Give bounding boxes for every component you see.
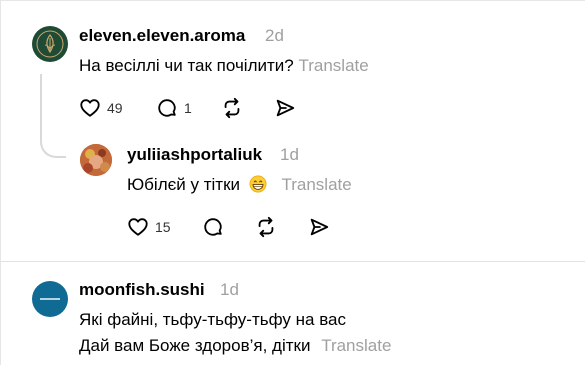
top-border (0, 0, 585, 1)
heart-icon[interactable] (127, 216, 149, 238)
comment-text-line-1: Які файні, тьфу-тьфу-тьфу на вас (79, 310, 346, 329)
avatar-yuliiashportaliuk[interactable] (80, 144, 112, 176)
comment-icon[interactable] (202, 216, 224, 238)
comment-username[interactable]: moonfish.sushi (79, 280, 205, 300)
like-count: 49 (107, 100, 123, 116)
reply-count: 1 (184, 100, 192, 116)
grinning-face-emoji (249, 175, 267, 193)
comment-divider (0, 261, 585, 262)
share-icon[interactable] (274, 97, 296, 119)
comment-body: Дай вам Боже здоров’я, дітки (79, 336, 311, 355)
avatar-moonfish-sushi[interactable] (32, 281, 68, 317)
repost-icon[interactable] (255, 216, 277, 238)
comment-icon[interactable] (156, 97, 178, 119)
like-count: 15 (155, 219, 171, 235)
comment-text-line-2: Дай вам Боже здоров’я, дітки Translate (79, 336, 391, 356)
thread-connector-line (40, 74, 66, 158)
left-border (0, 0, 1, 365)
repost-icon[interactable] (221, 97, 243, 119)
comment-body: На весіллі чи так почілити? (79, 56, 294, 75)
comment-username[interactable]: eleven.eleven.aroma (79, 26, 245, 46)
share-icon[interactable] (308, 216, 330, 238)
reply-username[interactable]: yuliiashportaliuk (127, 145, 262, 165)
translate-link[interactable]: Translate (281, 175, 351, 194)
comment-text: На весіллі чи так почілити? Translate (79, 56, 369, 76)
reply-body: Юбілєй у тітки (127, 175, 241, 194)
translate-link[interactable]: Translate (298, 56, 368, 75)
comment-timestamp: 1d (220, 280, 239, 299)
translate-link[interactable]: Translate (321, 336, 391, 355)
comment-timestamp: 2d (265, 26, 284, 45)
heart-icon[interactable] (79, 97, 101, 119)
avatar-eleven-eleven-aroma[interactable] (32, 26, 68, 62)
reply-timestamp: 1d (280, 145, 299, 164)
reply-text: Юбілєй у тітки Translate (127, 175, 352, 195)
